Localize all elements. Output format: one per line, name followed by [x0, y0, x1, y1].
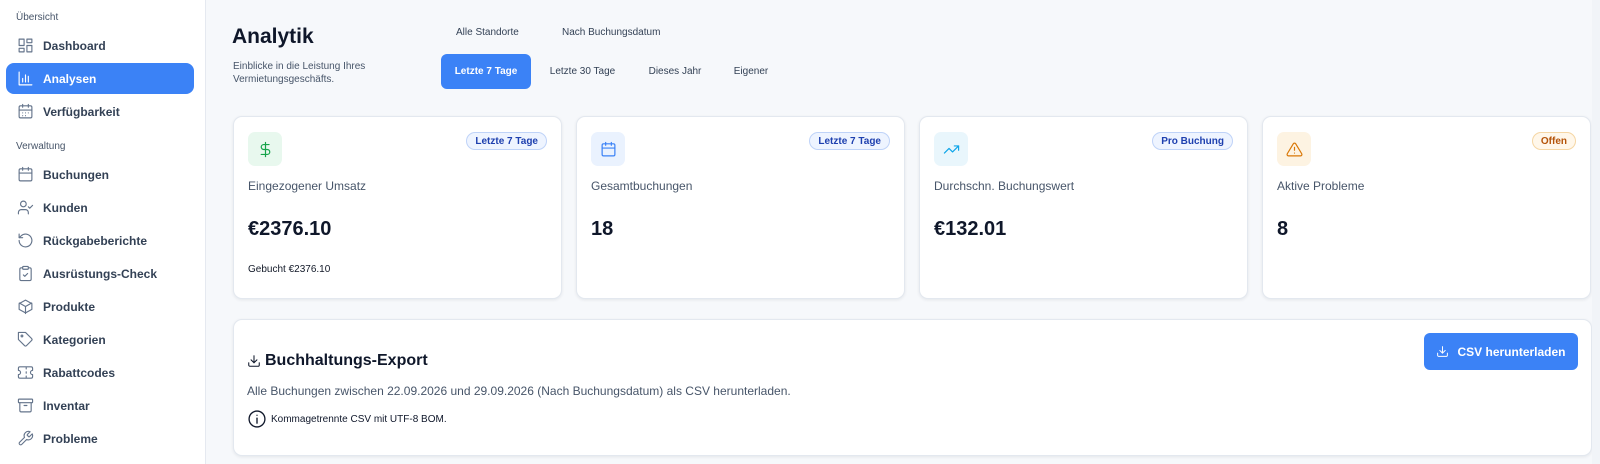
date-mode-filter[interactable]: Nach Buchungsdatum [562, 27, 660, 38]
calendar-grid-icon [16, 103, 34, 121]
scrollbar-track[interactable] [1592, 0, 1600, 464]
sidebar-item-ausruestungs-check[interactable]: Ausrüstungs-Check [6, 258, 194, 289]
kpi-label: Eingezogener Umsatz [248, 179, 367, 193]
dollar-icon [248, 132, 282, 166]
section-label-overview: Übersicht [16, 12, 59, 23]
sidebar-item-label: Rückgabeberichte [43, 233, 148, 248]
kpi-value: €2376.10 [248, 218, 332, 240]
range-tab-last-7-days[interactable]: Letzte 7 Tage [441, 54, 531, 89]
range-tab-this-year[interactable]: Dieses Jahr [639, 54, 711, 89]
sidebar-item-verfuegbarkeit[interactable]: Verfügbarkeit [6, 96, 194, 127]
download-icon [248, 355, 260, 367]
export-description: Alle Buchungen zwischen 22.09.2026 und 2… [247, 384, 791, 398]
page-subtitle: Einblicke in die Leistung Ihres Vermietu… [233, 61, 366, 85]
sidebar-item-label: Kunden [43, 200, 88, 215]
dashboard-icon [16, 37, 34, 55]
period-badge: Letzte 7 Tage [809, 132, 890, 150]
tag-icon [16, 331, 34, 349]
period-badge: Pro Buchung [1152, 132, 1233, 150]
chart-bar-icon [16, 70, 34, 88]
page-title: Analytik [232, 25, 314, 48]
export-note: Kommagetrennte CSV mit UTF-8 BOM. [247, 409, 447, 429]
kpi-value: 8 [1277, 218, 1289, 240]
range-tab-last-30-days[interactable]: Letzte 30 Tage [539, 54, 626, 89]
sidebar-item-label: Rabattcodes [43, 365, 116, 380]
export-note-text: Kommagetrennte CSV mit UTF-8 BOM. [271, 413, 447, 425]
calendar-icon [16, 166, 34, 184]
archive-icon [16, 397, 34, 415]
sidebar-item-dashboard[interactable]: Dashboard [6, 30, 194, 61]
sidebar-item-label: Analysen [43, 71, 97, 86]
kpi-card-bookings: Letzte 7 Tage Gesamtbuchungen 18 [576, 116, 905, 299]
kpi-value: 18 [591, 218, 614, 240]
sidebar-item-probleme[interactable]: Probleme [6, 423, 194, 454]
kpi-label: Gesamtbuchungen [591, 179, 693, 193]
location-filter[interactable]: Alle Standorte [456, 27, 519, 38]
kpi-label: Durchschn. Buchungswert [934, 179, 1075, 193]
sidebar-item-label: Buchungen [43, 167, 109, 182]
warning-icon [1277, 132, 1311, 166]
export-title: Buchhaltungs-Export [247, 352, 428, 370]
box-icon [16, 298, 34, 316]
sidebar-item-kunden[interactable]: Kunden [6, 192, 194, 223]
accounting-export-panel: Buchhaltungs-Export Alle Buchungen zwisc… [233, 319, 1592, 456]
clipboard-check-icon [16, 265, 34, 283]
trending-up-icon [934, 132, 968, 166]
sidebar-item-rueckgabeberichte[interactable]: Rückgabeberichte [6, 225, 194, 256]
sidebar-item-buchungen[interactable]: Buchungen [6, 159, 194, 190]
kpi-value: €132.01 [934, 218, 1007, 240]
ticket-icon [16, 364, 34, 382]
range-tab-custom[interactable]: Eigener [724, 54, 778, 89]
section-label-management: Verwaltung [16, 141, 66, 152]
sidebar-item-inventar[interactable]: Inventar [6, 390, 194, 421]
rotate-ccw-icon [16, 232, 34, 250]
csv-download-button[interactable]: CSV herunterladen [1424, 333, 1578, 370]
sidebar-item-label: Ausrüstungs-Check [43, 266, 158, 281]
user-check-icon [16, 199, 34, 217]
kpi-label: Aktive Probleme [1277, 179, 1365, 193]
kpi-card-revenue: Letzte 7 Tage Eingezogener Umsatz €2376.… [233, 116, 562, 299]
sidebar-item-label: Produkte [43, 299, 96, 314]
kpi-card-active-issues: Offen Aktive Probleme 8 [1262, 116, 1591, 299]
download-icon [1437, 346, 1449, 357]
csv-download-label: CSV herunterladen [1457, 344, 1566, 359]
sidebar-item-label: Probleme [43, 431, 98, 446]
sidebar-item-label: Verfügbarkeit [43, 104, 120, 119]
sidebar-item-rabattcodes[interactable]: Rabattcodes [6, 357, 194, 388]
sidebar: Übersicht Dashboard Analysen Verfügbarke… [0, 0, 206, 464]
sidebar-item-label: Dashboard [43, 38, 106, 53]
sidebar-item-label: Inventar [43, 398, 90, 413]
period-badge: Letzte 7 Tage [466, 132, 547, 150]
calendar-icon [591, 132, 625, 166]
sidebar-item-analysen[interactable]: Analysen [6, 63, 194, 94]
wrench-icon [16, 430, 34, 448]
info-icon [248, 410, 266, 428]
kpi-note: Gebucht €2376.10 [248, 264, 331, 275]
kpi-card-average-value: Pro Buchung Durchschn. Buchungswert €132… [919, 116, 1248, 299]
sidebar-item-kategorien[interactable]: Kategorien [6, 324, 194, 355]
status-badge: Offen [1531, 132, 1576, 150]
export-title-text: Buchhaltungs-Export [265, 352, 428, 369]
sidebar-item-label: Kategorien [43, 332, 106, 347]
sidebar-item-produkte[interactable]: Produkte [6, 291, 194, 322]
